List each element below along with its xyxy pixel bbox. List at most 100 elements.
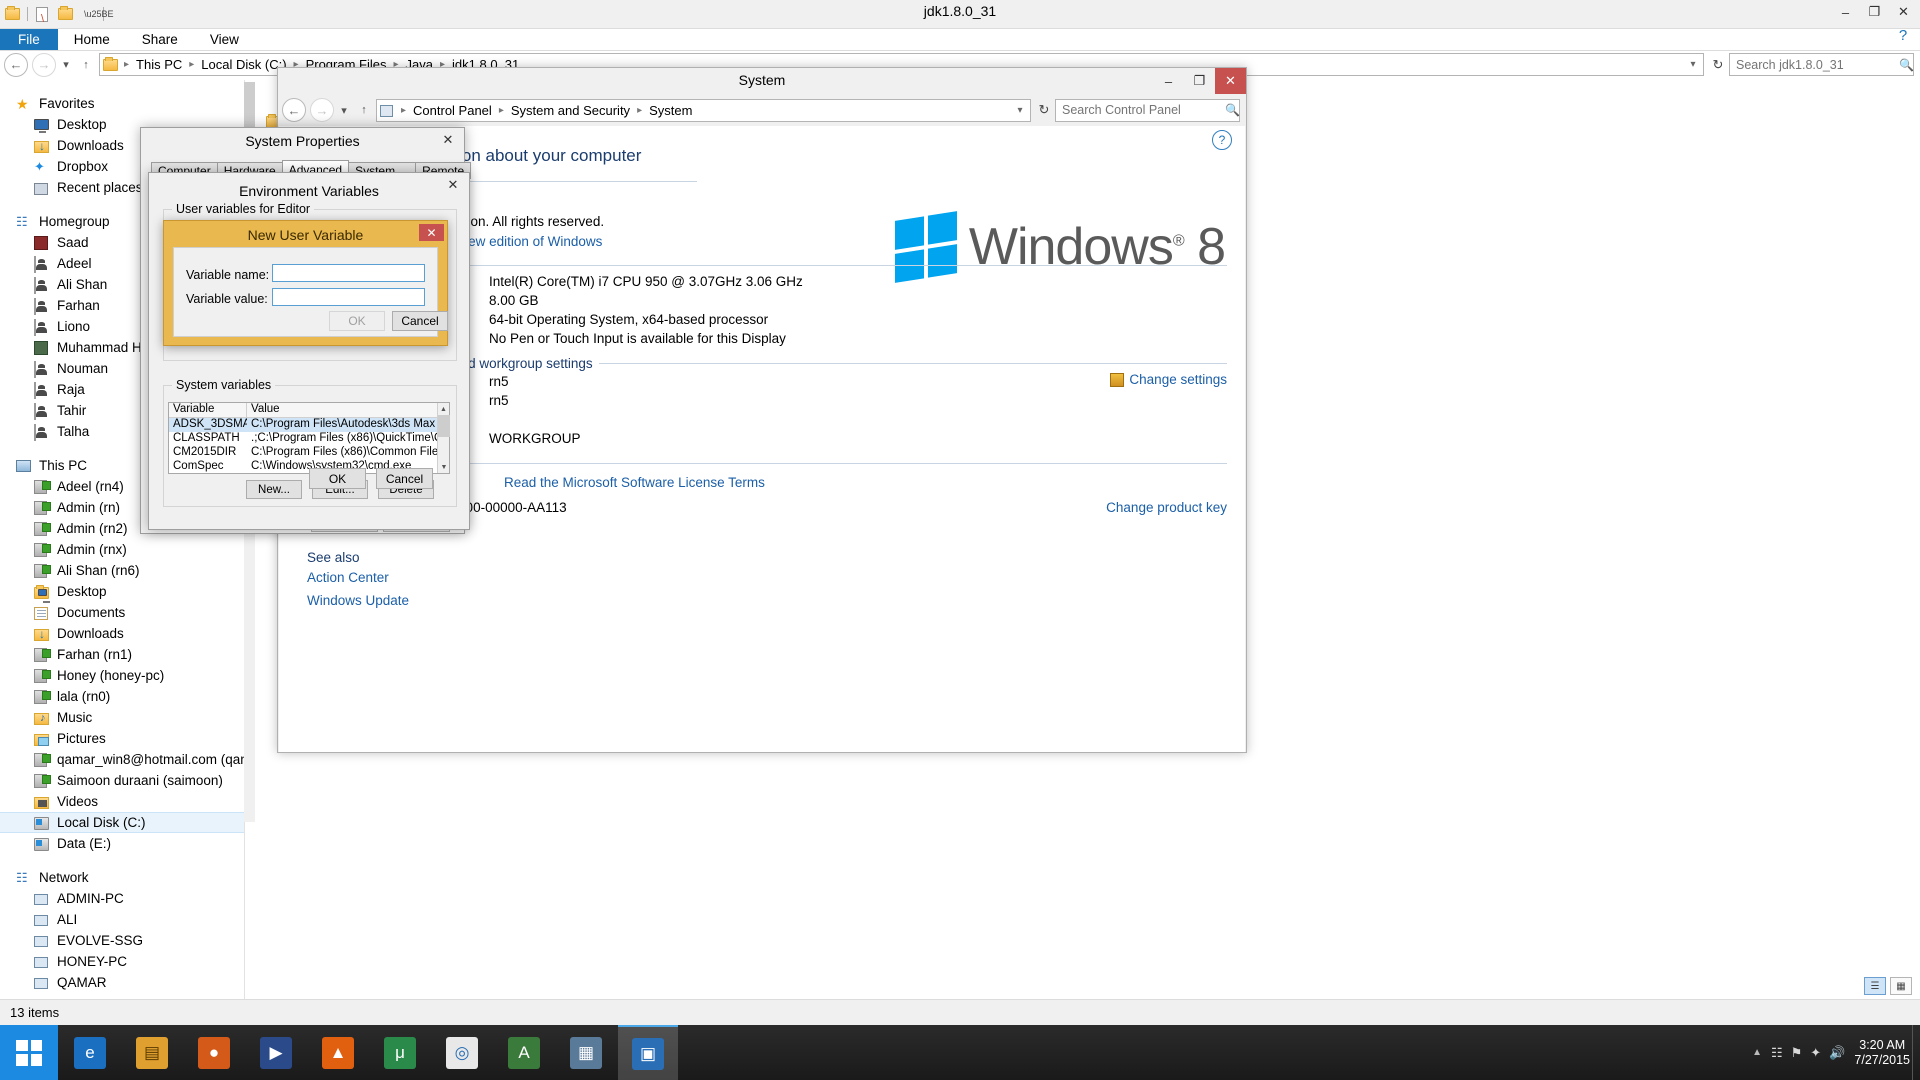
- breadcrumb-system-and-security[interactable]: System and Security: [509, 103, 632, 118]
- taskbar-calculator[interactable]: ▦: [556, 1025, 616, 1080]
- start-button[interactable]: [0, 1025, 58, 1080]
- variable-value-input[interactable]: [272, 288, 425, 306]
- sidebar-item-saimoon[interactable]: Saimoon duraani (saimoon): [0, 770, 244, 791]
- search-field[interactable]: [1060, 102, 1225, 118]
- sidebar-item-admin-pc[interactable]: ADMIN-PC: [0, 888, 244, 909]
- variable-name-input[interactable]: [272, 264, 425, 282]
- sidebar-item-local-disk-c[interactable]: Local Disk (C:): [0, 812, 244, 833]
- search-field[interactable]: [1734, 56, 1899, 73]
- change-settings-link[interactable]: Change settings: [1110, 372, 1227, 387]
- new-button[interactable]: New...: [246, 480, 302, 499]
- taskbar-system-window[interactable]: ▣: [618, 1025, 678, 1080]
- taskbar-file-explorer[interactable]: ▤: [122, 1025, 182, 1080]
- taskbar-app[interactable]: A: [494, 1025, 554, 1080]
- close-button[interactable]: ✕: [434, 130, 462, 150]
- taskbar-utorrent[interactable]: μ: [370, 1025, 430, 1080]
- sidebar-item-admin-rnx[interactable]: Admin (rnx): [0, 539, 244, 560]
- breadcrumb-this-pc[interactable]: This PC: [134, 57, 184, 72]
- scrollbar-thumb[interactable]: [438, 415, 450, 437]
- recent-locations-icon[interactable]: ▾: [56, 54, 76, 76]
- sidebar-item-data-e[interactable]: Data (E:): [0, 833, 244, 854]
- address-dropdown-icon[interactable]: ▾: [1012, 105, 1028, 116]
- up-button[interactable]: ↑: [76, 54, 96, 76]
- nav-root-favorites[interactable]: ★ Favorites: [0, 93, 244, 114]
- refresh-icon[interactable]: ↻: [1707, 54, 1729, 76]
- address-dropdown-icon[interactable]: ▾: [1685, 59, 1701, 70]
- taskbar-firefox[interactable]: ●: [184, 1025, 244, 1080]
- volume-icon[interactable]: 🔊: [1829, 1045, 1845, 1061]
- sidebar-item-farhan-rn1[interactable]: Farhan (rn1): [0, 644, 244, 665]
- sidebar-item-ali-shan-rn6[interactable]: Ali Shan (rn6): [0, 560, 244, 581]
- maximize-button[interactable]: ❐: [1184, 68, 1215, 94]
- minimize-button[interactable]: –: [1153, 68, 1184, 94]
- show-desktop-button[interactable]: [1912, 1025, 1920, 1080]
- ok-button[interactable]: OK: [329, 311, 385, 331]
- system-variables-table[interactable]: Variable Value ADSK_3DSMAX_... C:\Progra…: [168, 402, 450, 474]
- close-button[interactable]: ✕: [1215, 68, 1246, 94]
- close-button[interactable]: ✕: [1889, 2, 1918, 22]
- refresh-icon[interactable]: ↻: [1033, 99, 1055, 121]
- tab-file[interactable]: File: [0, 29, 58, 50]
- details-view-icon[interactable]: ☰: [1864, 977, 1886, 995]
- view-mode-buttons[interactable]: ☰ ▦: [1864, 977, 1912, 995]
- table-row[interactable]: ADSK_3DSMAX_... C:\Program Files\Autodes…: [169, 418, 449, 432]
- up-button[interactable]: ↑: [354, 99, 374, 121]
- search-icon[interactable]: 🔍: [1225, 103, 1240, 117]
- license-terms-link[interactable]: Read the Microsoft Software License Term…: [504, 475, 765, 490]
- sidebar-item-ali[interactable]: ALI: [0, 909, 244, 930]
- control-panel-search-input[interactable]: 🔍: [1055, 98, 1240, 122]
- scroll-up-icon[interactable]: ▲: [438, 403, 449, 415]
- taskbar-chrome[interactable]: ◎: [432, 1025, 492, 1080]
- maximize-button[interactable]: ❐: [1860, 2, 1889, 22]
- sidebar-item-qamar-net[interactable]: QAMAR: [0, 972, 244, 993]
- scroll-down-icon[interactable]: ▼: [438, 461, 450, 473]
- recent-locations-icon[interactable]: ▾: [334, 99, 354, 121]
- action-center-icon[interactable]: ⚑: [1791, 1045, 1803, 1061]
- windows-update-link[interactable]: Windows Update: [307, 593, 409, 608]
- tab-view[interactable]: View: [194, 29, 255, 50]
- sidebar-item-pictures[interactable]: Pictures: [0, 728, 244, 749]
- breadcrumb-local-disk[interactable]: Local Disk (C:): [199, 57, 288, 72]
- change-product-key-link[interactable]: Change product key: [1106, 500, 1227, 515]
- cancel-button[interactable]: Cancel: [392, 311, 448, 331]
- action-center-link[interactable]: Action Center: [307, 570, 389, 585]
- cancel-button[interactable]: Cancel: [376, 468, 433, 489]
- table-scrollbar[interactable]: ▲ ▼: [437, 403, 450, 473]
- table-row[interactable]: CM2015DIR C:\Program Files (x86)\Common …: [169, 446, 449, 460]
- taskbar-internet-explorer[interactable]: e: [60, 1025, 120, 1080]
- close-button[interactable]: ✕: [419, 224, 444, 241]
- sidebar-item-honey-pc[interactable]: Honey (honey-pc): [0, 665, 244, 686]
- sidebar-item-qamar[interactable]: qamar_win8@hotmail.com (qamar): [0, 749, 244, 770]
- sidebar-item-videos[interactable]: Videos: [0, 791, 244, 812]
- taskbar-vlc[interactable]: ▲: [308, 1025, 368, 1080]
- large-icons-view-icon[interactable]: ▦: [1890, 977, 1912, 995]
- sidebar-item-music[interactable]: Music: [0, 707, 244, 728]
- sidebar-item-lala-rn0[interactable]: lala (rn0): [0, 686, 244, 707]
- taskbar-media-player[interactable]: ▶: [246, 1025, 306, 1080]
- tab-home[interactable]: Home: [58, 29, 126, 50]
- system-breadcrumb-box[interactable]: ▸ Control Panel ▸ System and Security ▸ …: [376, 98, 1031, 122]
- sidebar-item-evolve-ssg[interactable]: EVOLVE-SSG: [0, 930, 244, 951]
- search-input[interactable]: 🔍: [1729, 53, 1914, 76]
- clock[interactable]: 3:20 AM 7/27/2015: [1854, 1038, 1910, 1068]
- back-button[interactable]: ←: [282, 98, 306, 122]
- ok-button[interactable]: OK: [309, 468, 366, 489]
- breadcrumb-system[interactable]: System: [647, 103, 694, 118]
- help-icon[interactable]: ?: [1890, 22, 1916, 48]
- minimize-button[interactable]: –: [1831, 2, 1860, 22]
- nav-root-network[interactable]: ☷ Network: [0, 867, 244, 888]
- sidebar-item-honey-pc-net[interactable]: HONEY-PC: [0, 951, 244, 972]
- close-button[interactable]: ✕: [439, 175, 467, 195]
- show-hidden-icons-button[interactable]: ▲: [1752, 1047, 1762, 1058]
- sidebar-item-downloads-pc[interactable]: Downloads: [0, 623, 244, 644]
- breadcrumb-control-panel[interactable]: Control Panel: [411, 103, 494, 118]
- forward-button[interactable]: →: [310, 98, 334, 122]
- search-icon[interactable]: 🔍: [1899, 58, 1914, 72]
- sidebar-item-documents[interactable]: Documents: [0, 602, 244, 623]
- dropbox-tray-icon[interactable]: ✦: [1810, 1045, 1821, 1061]
- table-row[interactable]: CLASSPATH .;C:\Program Files (x86)\Quick…: [169, 432, 449, 446]
- forward-button[interactable]: →: [32, 52, 56, 77]
- back-button[interactable]: ←: [4, 52, 28, 77]
- help-icon[interactable]: ?: [1212, 130, 1232, 150]
- sidebar-item-desktop-pc[interactable]: Desktop: [0, 581, 244, 603]
